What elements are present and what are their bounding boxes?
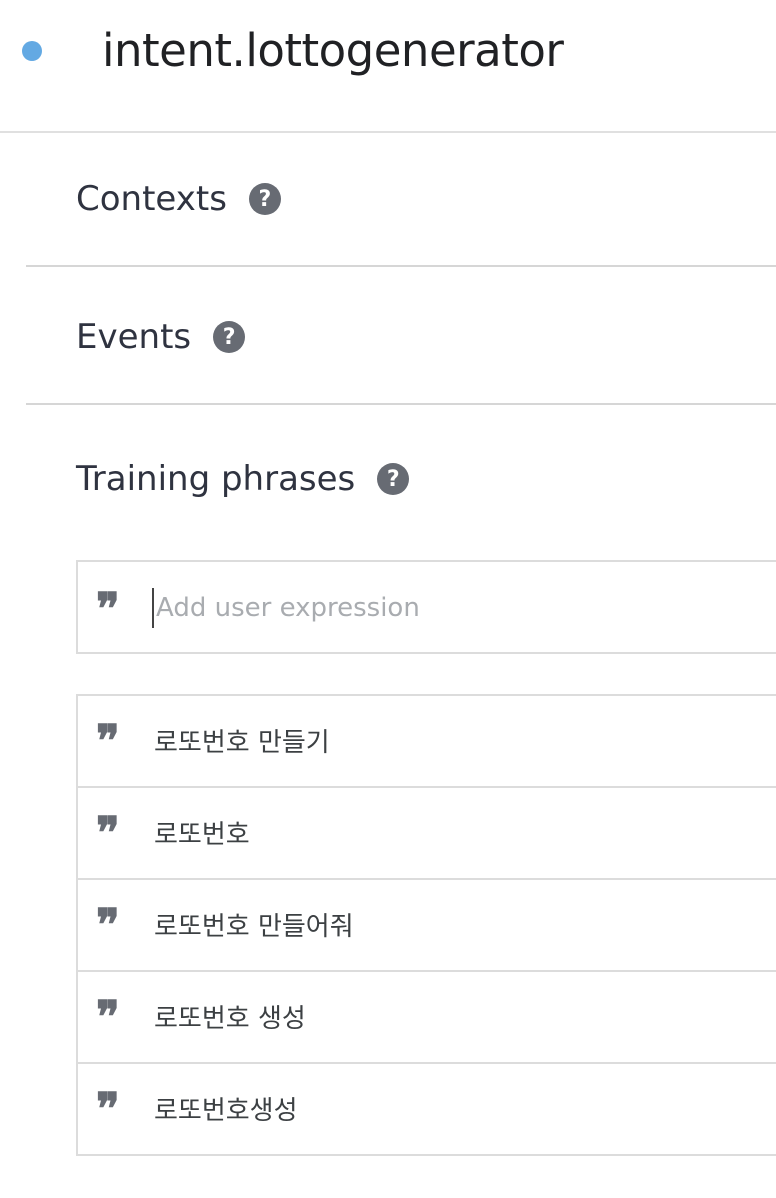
help-icon[interactable]: ?: [377, 463, 410, 495]
events-label: Events: [76, 317, 192, 357]
training-phrases-title: Training phrases ?: [76, 459, 410, 499]
training-phrase-row[interactable]: ❞ 로또번호생성: [78, 1064, 776, 1154]
contexts-section[interactable]: Contexts ?: [26, 133, 776, 267]
quote-icon[interactable]: ❞: [96, 996, 120, 1040]
events-section[interactable]: Events ?: [26, 267, 776, 405]
help-icon[interactable]: ?: [248, 183, 281, 215]
intent-header: intent.lottogenerator: [0, 0, 776, 133]
training-phrase-row[interactable]: ❞ 로또번호: [78, 788, 776, 880]
training-phrase-text[interactable]: 로또번호생성: [154, 1090, 298, 1127]
quote-icon: ❞: [96, 584, 120, 635]
contexts-label: Contexts: [76, 179, 227, 219]
training-phrase-text[interactable]: 로또번호: [154, 814, 250, 851]
training-phrase-list: ❞ 로또번호 만들기 ❞ 로또번호 ❞ 로또번호 만들어줘 ❞ 로또번호 생성 …: [76, 694, 776, 1156]
add-expression-box[interactable]: ❞: [76, 560, 776, 654]
add-user-expression-input[interactable]: [152, 588, 752, 628]
quote-icon[interactable]: ❞: [96, 720, 120, 764]
training-phrase-row[interactable]: ❞ 로또번호 만들기: [78, 696, 776, 788]
intent-name[interactable]: intent.lottogenerator: [102, 24, 564, 77]
contexts-title[interactable]: Contexts ?: [76, 179, 281, 219]
training-phrase-row[interactable]: ❞ 로또번호 만들어줘: [78, 880, 776, 972]
intent-status-dot: [22, 41, 42, 61]
training-phrases-label: Training phrases: [76, 459, 356, 499]
help-icon[interactable]: ?: [213, 321, 246, 353]
training-phrase-text[interactable]: 로또번호 생성: [154, 998, 306, 1035]
training-phrase-row[interactable]: ❞ 로또번호 생성: [78, 972, 776, 1064]
quote-icon[interactable]: ❞: [96, 904, 120, 948]
events-title[interactable]: Events ?: [76, 317, 246, 357]
training-phrase-text[interactable]: 로또번호 만들기: [154, 722, 330, 759]
quote-icon[interactable]: ❞: [96, 812, 120, 856]
training-phrase-text[interactable]: 로또번호 만들어줘: [154, 906, 354, 943]
quote-icon[interactable]: ❞: [96, 1088, 120, 1132]
